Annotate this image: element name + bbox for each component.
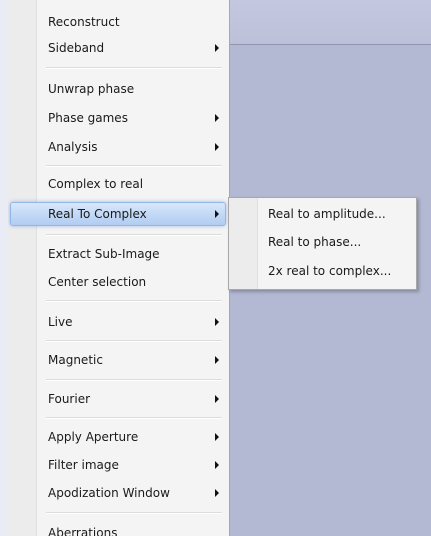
- menu-item-complex-to-real[interactable]: Complex to real: [10, 172, 226, 196]
- context-menu: Reconstruct Sideband Unwrap phase Phase …: [8, 0, 230, 536]
- menu-item-extract-sub-image[interactable]: Extract Sub-Image: [10, 242, 226, 266]
- menu-item-label: Reconstruct: [48, 15, 120, 29]
- menu-item-label: Complex to real: [48, 177, 144, 191]
- menu-item-magnetic[interactable]: Magnetic: [10, 348, 226, 372]
- menu-item-label: Unwrap phase: [48, 82, 135, 96]
- real-to-complex-submenu: Real to amplitude... Real to phase... 2x…: [228, 197, 417, 290]
- menu-separator: [46, 67, 222, 69]
- menu-item-label: Filter image: [48, 458, 119, 472]
- menu-item-label: Analysis: [48, 140, 98, 154]
- menu-separator: [46, 165, 222, 167]
- submenu-arrow-icon: [215, 395, 219, 403]
- submenu-item-real-to-phase[interactable]: Real to phase...: [231, 230, 414, 254]
- submenu-arrow-icon: [215, 114, 219, 122]
- menu-item-label: Extract Sub-Image: [48, 247, 160, 261]
- menu-item-aberrations[interactable]: Aberrations: [10, 521, 226, 536]
- menu-item-filter-image[interactable]: Filter image: [10, 453, 226, 477]
- menu-separator: [46, 512, 222, 514]
- submenu-item-label: Real to amplitude...: [268, 207, 386, 221]
- submenu-arrow-icon: [215, 356, 219, 364]
- menu-item-real-to-complex[interactable]: Real To Complex: [10, 202, 226, 226]
- menu-item-label: Apply Aperture: [48, 430, 139, 444]
- submenu-arrow-icon: [215, 210, 219, 218]
- menu-item-label: Apodization Window: [48, 486, 170, 500]
- menu-item-fourier[interactable]: Fourier: [10, 387, 226, 411]
- window-left-edge: [0, 0, 8, 536]
- menu-separator: [46, 300, 222, 302]
- menu-item-label: Fourier: [48, 392, 91, 406]
- menu-item-center-selection[interactable]: Center selection: [10, 270, 226, 294]
- submenu-arrow-icon: [215, 461, 219, 469]
- menu-item-label: Real To Complex: [48, 207, 147, 221]
- menu-item-label: Aberrations: [48, 526, 118, 536]
- submenu-arrow-icon: [215, 143, 219, 151]
- menu-item-sideband[interactable]: Sideband: [10, 36, 226, 60]
- workspace-toolbar-strip: [230, 0, 431, 45]
- menu-separator: [46, 234, 222, 236]
- menu-item-analysis[interactable]: Analysis: [10, 135, 226, 159]
- submenu-arrow-icon: [215, 318, 219, 326]
- menu-separator: [46, 417, 222, 419]
- submenu-arrow-icon: [215, 489, 219, 497]
- menu-item-label: Sideband: [48, 41, 105, 55]
- menu-item-apply-aperture[interactable]: Apply Aperture: [10, 425, 226, 449]
- menu-item-label: Magnetic: [48, 353, 103, 367]
- submenu-item-label: Real to phase...: [268, 235, 362, 249]
- submenu-arrow-icon: [215, 44, 219, 52]
- menu-item-phase-games[interactable]: Phase games: [10, 106, 226, 130]
- menu-item-live[interactable]: Live: [10, 310, 226, 334]
- submenu-item-2x-real-to-complex[interactable]: 2x real to complex...: [231, 259, 414, 283]
- submenu-item-label: 2x real to complex...: [268, 264, 392, 278]
- menu-item-label: Live: [48, 315, 73, 329]
- submenu-item-real-to-amplitude[interactable]: Real to amplitude...: [231, 202, 414, 226]
- menu-separator: [46, 340, 222, 342]
- menu-item-label: Center selection: [48, 275, 147, 289]
- menu-item-unwrap-phase[interactable]: Unwrap phase: [10, 77, 226, 101]
- menu-item-apodization-window[interactable]: Apodization Window: [10, 481, 226, 505]
- menu-item-reconstruct[interactable]: Reconstruct: [10, 10, 226, 34]
- menu-item-label: Phase games: [48, 111, 128, 125]
- menu-separator: [46, 379, 222, 381]
- submenu-arrow-icon: [215, 433, 219, 441]
